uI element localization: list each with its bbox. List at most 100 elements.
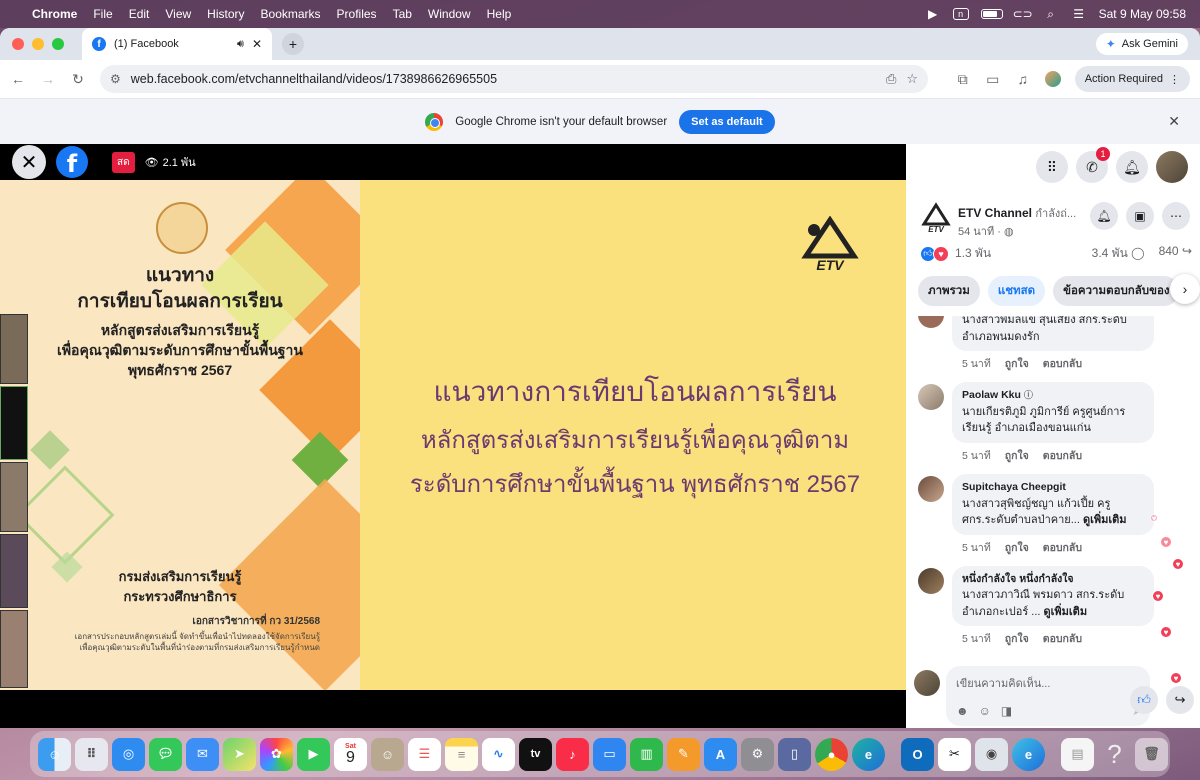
- notifications-button[interactable]: 🔔︎: [1116, 151, 1148, 183]
- close-window-button[interactable]: [12, 38, 24, 50]
- menu-file[interactable]: File: [93, 7, 112, 21]
- close-tab-icon[interactable]: ✕: [252, 37, 262, 51]
- n-status-icon[interactable]: n: [952, 8, 969, 20]
- disk-utility-icon[interactable]: ◉: [975, 737, 1008, 771]
- menu-edit[interactable]: Edit: [129, 7, 150, 21]
- commenter-avatar[interactable]: [918, 475, 944, 502]
- link-icon[interactable]: ⊂⊃: [1013, 7, 1033, 21]
- close-video-button[interactable]: ✕: [12, 145, 46, 179]
- more-options-button[interactable]: ⋯: [1162, 202, 1190, 230]
- system-settings-icon[interactable]: ⚙: [741, 737, 774, 771]
- comment-input[interactable]: เขียนความคิดเห็น... ☻ ☺ ◨ ➤: [946, 666, 1150, 726]
- profile-avatar[interactable]: [1156, 151, 1188, 183]
- reload-icon[interactable]: ↻: [70, 71, 86, 88]
- media-controls-icon[interactable]: ♫: [1015, 71, 1031, 87]
- commenter-avatar[interactable]: [918, 316, 944, 328]
- comment-reply-button[interactable]: ตอบกลับ: [1043, 539, 1082, 556]
- emoji-icon[interactable]: ☺: [979, 704, 991, 718]
- pages-icon[interactable]: ✎: [667, 737, 700, 771]
- forward-arrow-icon[interactable]: →: [40, 71, 56, 87]
- notes-icon[interactable]: ≡: [445, 737, 478, 771]
- commenter-avatar[interactable]: [918, 384, 944, 410]
- finder-icon[interactable]: ☺: [38, 737, 71, 771]
- side-panel-icon[interactable]: ▭: [985, 71, 1001, 88]
- save-button[interactable]: ▣: [1126, 202, 1154, 230]
- menu-profiles[interactable]: Profiles: [337, 7, 377, 21]
- menu-app-name[interactable]: Chrome: [32, 7, 77, 21]
- tabs-scroll-right-button[interactable]: ›: [1170, 274, 1200, 304]
- menu-clock[interactable]: Sat 9 May 09:58: [1099, 7, 1186, 21]
- keynote-icon[interactable]: ▭: [593, 737, 626, 771]
- participant-thumbnail[interactable]: [0, 610, 28, 688]
- menu-tab[interactable]: Tab: [393, 7, 412, 21]
- participant-thumbnail[interactable]: [0, 534, 28, 608]
- commenter-name[interactable]: หนึ่งกำลังใจ หนึ่งกำลังใจ: [962, 572, 1144, 588]
- comment-time[interactable]: 5 นาที: [962, 539, 991, 556]
- profile-avatar-icon[interactable]: [1044, 71, 1061, 87]
- bookmark-star-icon[interactable]: ☆: [906, 71, 918, 87]
- mail-icon[interactable]: ✉: [186, 737, 219, 771]
- messenger-button[interactable]: ✆ 1: [1076, 147, 1110, 183]
- comment-like-button[interactable]: ถูกใจ: [1005, 630, 1029, 647]
- comment-reply-button[interactable]: ตอบกลับ: [1043, 355, 1082, 372]
- browser-tab-facebook[interactable]: f (1) Facebook 🔊︎ ✕: [82, 28, 272, 60]
- channel-name[interactable]: ETV Channel: [958, 206, 1032, 220]
- freeform-icon[interactable]: ∿: [482, 737, 515, 771]
- numbers-icon[interactable]: ▥: [630, 737, 663, 771]
- edge-icon[interactable]: e: [852, 737, 885, 771]
- menu-window[interactable]: Window: [428, 7, 471, 21]
- video-controls-bar[interactable]: [0, 690, 906, 728]
- new-tab-button[interactable]: +: [282, 33, 304, 55]
- comment-like-button[interactable]: ถูกใจ: [1005, 539, 1029, 556]
- commenter-name[interactable]: Paolaw Kku: [962, 389, 1021, 401]
- safari-icon[interactable]: ◎: [112, 737, 145, 771]
- play-icon[interactable]: ▶: [925, 7, 941, 21]
- tab-overview[interactable]: ภาพรวม: [918, 276, 980, 306]
- action-required-button[interactable]: Action Required ⋮: [1074, 66, 1190, 92]
- reactions-count[interactable]: 1.3 พัน: [955, 244, 991, 263]
- site-info-icon[interactable]: ⚙: [110, 72, 121, 86]
- chrome-icon[interactable]: ●: [815, 737, 848, 771]
- participant-thumbnail[interactable]: [0, 386, 28, 460]
- menu-help[interactable]: Help: [487, 7, 512, 21]
- preview-document-icon[interactable]: ▤: [1061, 737, 1094, 771]
- music-icon[interactable]: ♪: [556, 737, 589, 771]
- follow-bell-button[interactable]: 🔔︎: [1090, 202, 1118, 230]
- facebook-logo-icon[interactable]: f: [56, 146, 88, 178]
- extensions-icon[interactable]: ⧉: [955, 71, 971, 88]
- menu-grid-button[interactable]: ⠿: [1036, 151, 1068, 183]
- help-icon[interactable]: ?: [1098, 738, 1131, 771]
- app-store-icon[interactable]: A: [704, 737, 737, 771]
- comment-time[interactable]: 5 นาที: [962, 447, 991, 464]
- close-infobar-icon[interactable]: ✕: [1168, 113, 1180, 130]
- outlook-icon[interactable]: O: [901, 737, 934, 771]
- edge-beta-icon[interactable]: e: [1012, 737, 1045, 771]
- comment-like-button[interactable]: ถูกใจ: [1005, 447, 1029, 464]
- comment-time[interactable]: 5 นาที: [962, 630, 991, 647]
- control-center-icon[interactable]: ☰: [1071, 7, 1087, 21]
- tab-live-chat[interactable]: แชทสด: [987, 276, 1046, 306]
- avatar-sticker-icon[interactable]: ☻: [956, 704, 969, 718]
- comment-like-button[interactable]: ถูกใจ: [1005, 355, 1029, 372]
- commenter-avatar[interactable]: [918, 567, 944, 594]
- install-app-icon[interactable]: ⎙: [886, 71, 896, 87]
- video-player[interactable]: ✕ f สด 👁︎ 2.1 พัน แนวทาง การเทียบโอนผลกา…: [0, 144, 906, 728]
- menu-bookmarks[interactable]: Bookmarks: [261, 7, 321, 21]
- facetime-icon[interactable]: ▶: [297, 737, 330, 771]
- url-text[interactable]: web.facebook.com/etvchannelthailand/vide…: [131, 72, 876, 86]
- set-default-button[interactable]: Set as default: [679, 109, 775, 134]
- tab-replies[interactable]: ข้อความตอบกลับของ: [1053, 276, 1180, 306]
- reminders-icon[interactable]: ☰: [408, 737, 441, 771]
- apple-tv-icon[interactable]: tv: [519, 737, 552, 771]
- menu-view[interactable]: View: [165, 7, 191, 21]
- maps-icon[interactable]: ➤: [223, 737, 256, 771]
- etv-channel-avatar-icon[interactable]: ETV: [920, 202, 952, 234]
- zoom-window-button[interactable]: [52, 38, 64, 50]
- capcut-icon[interactable]: ✂: [938, 737, 971, 771]
- minimize-window-button[interactable]: [32, 38, 44, 50]
- menu-history[interactable]: History: [207, 7, 244, 21]
- see-more-link[interactable]: ดูเพิ่มเติม: [1083, 514, 1127, 526]
- sticker-icon[interactable]: ◨: [1001, 704, 1012, 718]
- see-more-link[interactable]: ดูเพิ่มเติม: [1044, 606, 1088, 618]
- iphone-mirroring-icon[interactable]: ▯: [778, 737, 811, 771]
